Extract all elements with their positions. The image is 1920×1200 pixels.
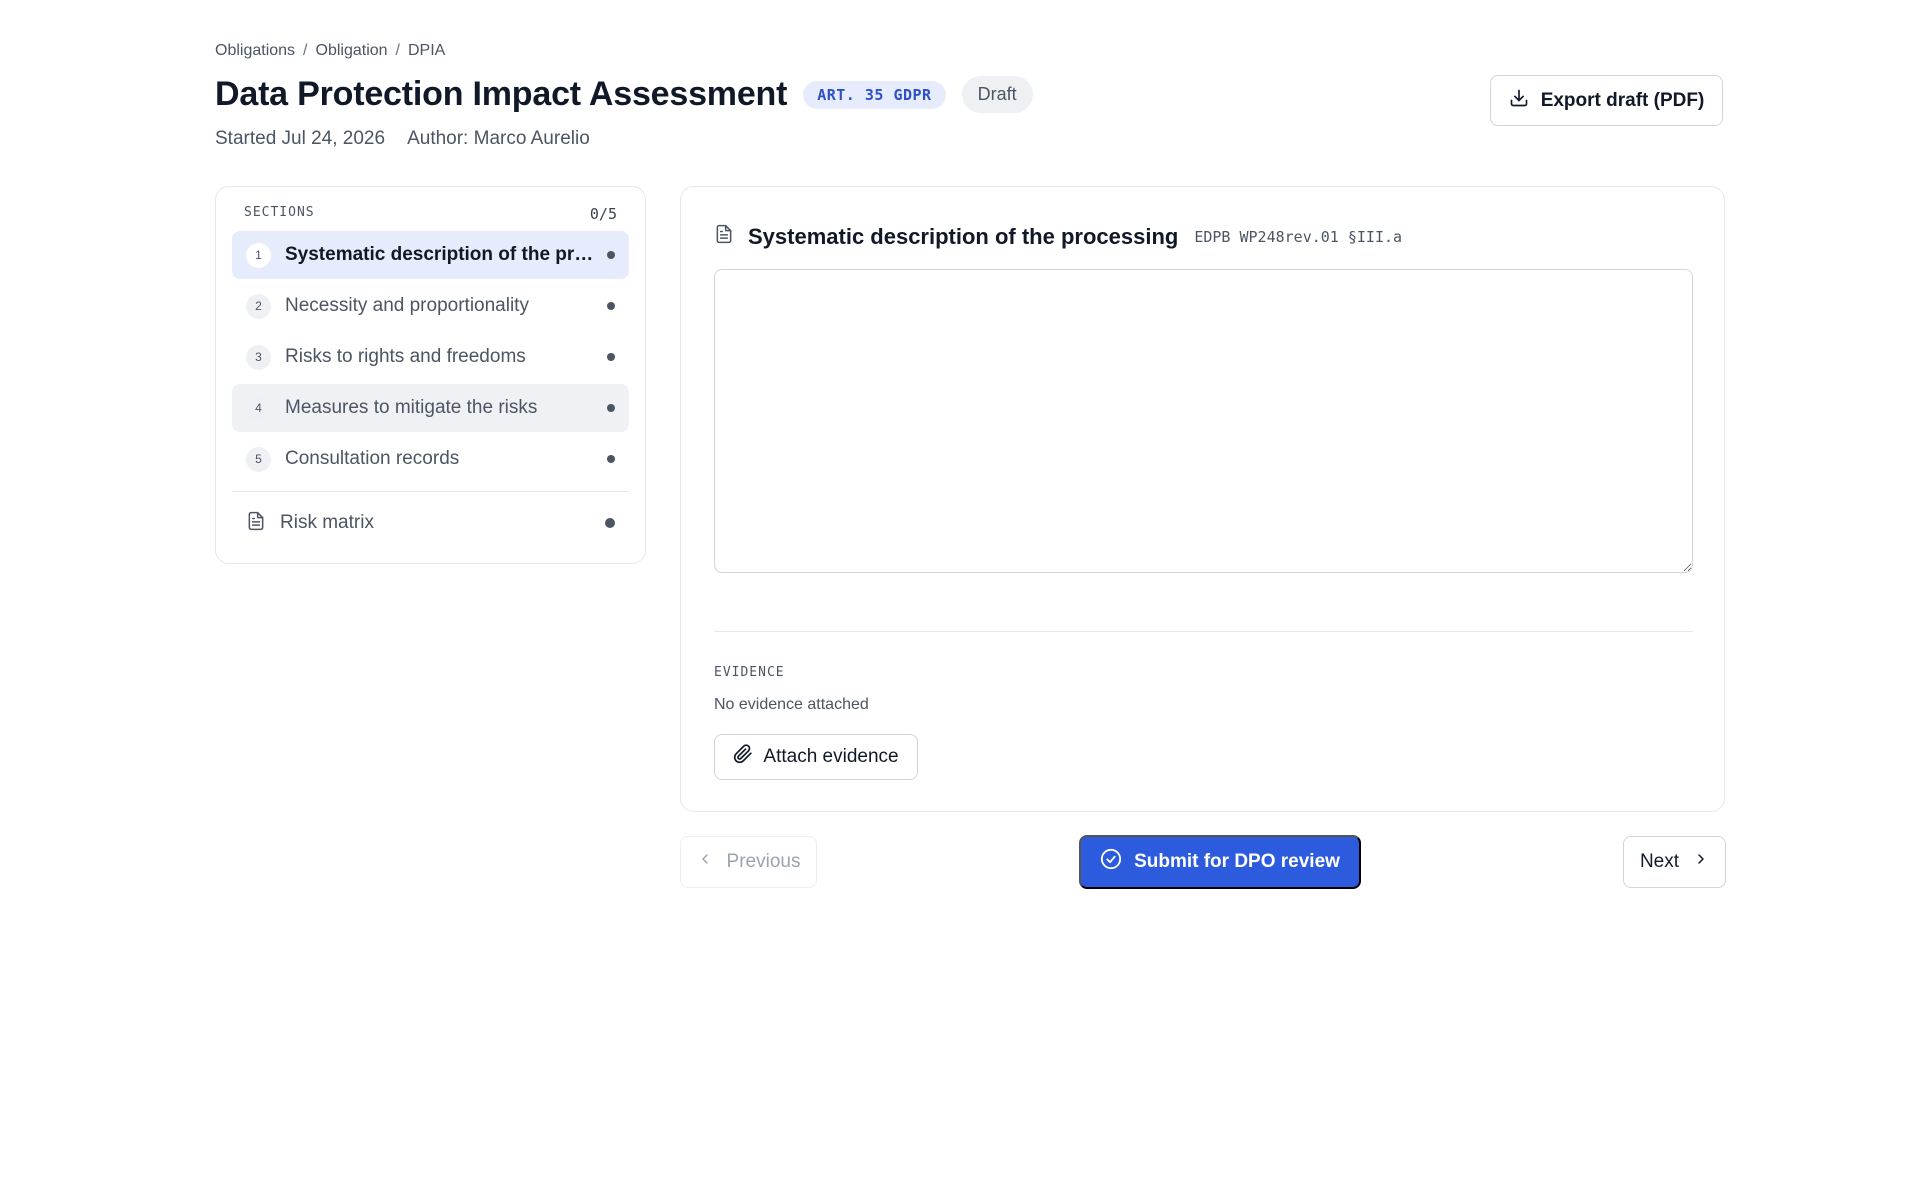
sections-panel: SECTIONS 0/5 1 Systematic description of… <box>215 186 646 564</box>
breadcrumb-separator: / <box>303 42 308 59</box>
status-dot <box>607 251 615 259</box>
page-title: Data Protection Impact Assessment <box>215 75 788 113</box>
section-content-textarea[interactable] <box>714 269 1693 573</box>
section-label: Consultation records <box>285 448 460 469</box>
previous-button[interactable]: Previous <box>680 836 817 888</box>
status-dot <box>607 302 615 310</box>
evidence-heading: EVIDENCE <box>714 665 785 680</box>
export-draft-label: Export draft (PDF) <box>1540 89 1705 111</box>
divider <box>714 631 1693 632</box>
risk-matrix-item[interactable]: Risk matrix <box>232 498 629 548</box>
submit-label: Submit for DPO review <box>1134 851 1340 872</box>
document-icon <box>246 510 266 537</box>
submit-dpo-review-button[interactable]: Submit for DPO review <box>1079 835 1361 889</box>
breadcrumb-item-dpia: DPIA <box>408 42 446 59</box>
chevron-right-icon <box>1693 851 1709 873</box>
sections-header: SECTIONS 0/5 <box>232 205 629 223</box>
sections-heading: SECTIONS <box>244 205 315 220</box>
section-number: 4 <box>246 395 271 421</box>
section-label: Necessity and proportionality <box>285 295 529 316</box>
document-icon <box>714 223 734 250</box>
download-icon <box>1509 88 1529 114</box>
author: Author: Marco Aurelio <box>407 128 590 149</box>
section-item-measures[interactable]: 4 Measures to mitigate the risks <box>232 384 629 432</box>
breadcrumb-item-obligation[interactable]: Obligation <box>316 42 388 60</box>
title-row: Data Protection Impact Assessment ART. 3… <box>215 75 1033 114</box>
section-number: 2 <box>246 293 271 319</box>
section-item-systematic-description[interactable]: 1 Systematic description of the processi… <box>232 231 629 279</box>
attach-evidence-button[interactable]: Attach evidence <box>714 734 918 780</box>
section-item-necessity[interactable]: 2 Necessity and proportionality <box>232 282 629 330</box>
chevron-left-icon <box>697 851 713 873</box>
breadcrumb: Obligations / Obligation / DPIA <box>215 42 445 60</box>
section-editor: Systematic description of the processing… <box>680 186 1725 812</box>
status-dot <box>605 518 615 528</box>
section-label: Measures to mitigate the risks <box>285 397 538 418</box>
section-number: 5 <box>246 446 271 472</box>
section-label: Risks to rights and freedoms <box>285 346 526 367</box>
check-circle-icon <box>1100 848 1122 876</box>
section-label: Systematic description of the processing <box>285 244 597 265</box>
paperclip-icon <box>733 744 753 770</box>
status-badge: Draft <box>961 76 1033 113</box>
section-item-risks[interactable]: 3 Risks to rights and freedoms <box>232 333 629 381</box>
section-number: 1 <box>246 242 271 268</box>
status-dot <box>607 455 615 463</box>
breadcrumb-item-obligations[interactable]: Obligations <box>215 42 295 60</box>
sections-progress: 0/5 <box>589 205 617 223</box>
attach-evidence-label: Attach evidence <box>763 746 899 767</box>
status-dot <box>607 404 615 412</box>
section-item-consultation[interactable]: 5 Consultation records <box>232 435 629 483</box>
article-badge: ART. 35 GDPR <box>803 80 946 109</box>
section-title: Systematic description of the processing <box>748 223 1179 249</box>
status-dot <box>607 353 615 361</box>
divider <box>232 491 629 492</box>
section-header: Systematic description of the processing… <box>714 223 1402 250</box>
section-reference: EDPB WP248rev.01 §III.a <box>1194 227 1403 246</box>
next-button[interactable]: Next <box>1623 836 1726 888</box>
previous-label: Previous <box>726 851 801 872</box>
page-meta: Started Jul 24, 2026 Author: Marco Aurel… <box>215 128 590 150</box>
started-date: Started Jul 24, 2026 <box>215 128 386 149</box>
section-number: 3 <box>246 344 271 370</box>
export-draft-button[interactable]: Export draft (PDF) <box>1490 75 1723 126</box>
risk-matrix-label: Risk matrix <box>280 512 374 533</box>
breadcrumb-separator: / <box>395 42 400 59</box>
evidence-empty-text: No evidence attached <box>714 696 869 713</box>
next-label: Next <box>1639 851 1680 872</box>
